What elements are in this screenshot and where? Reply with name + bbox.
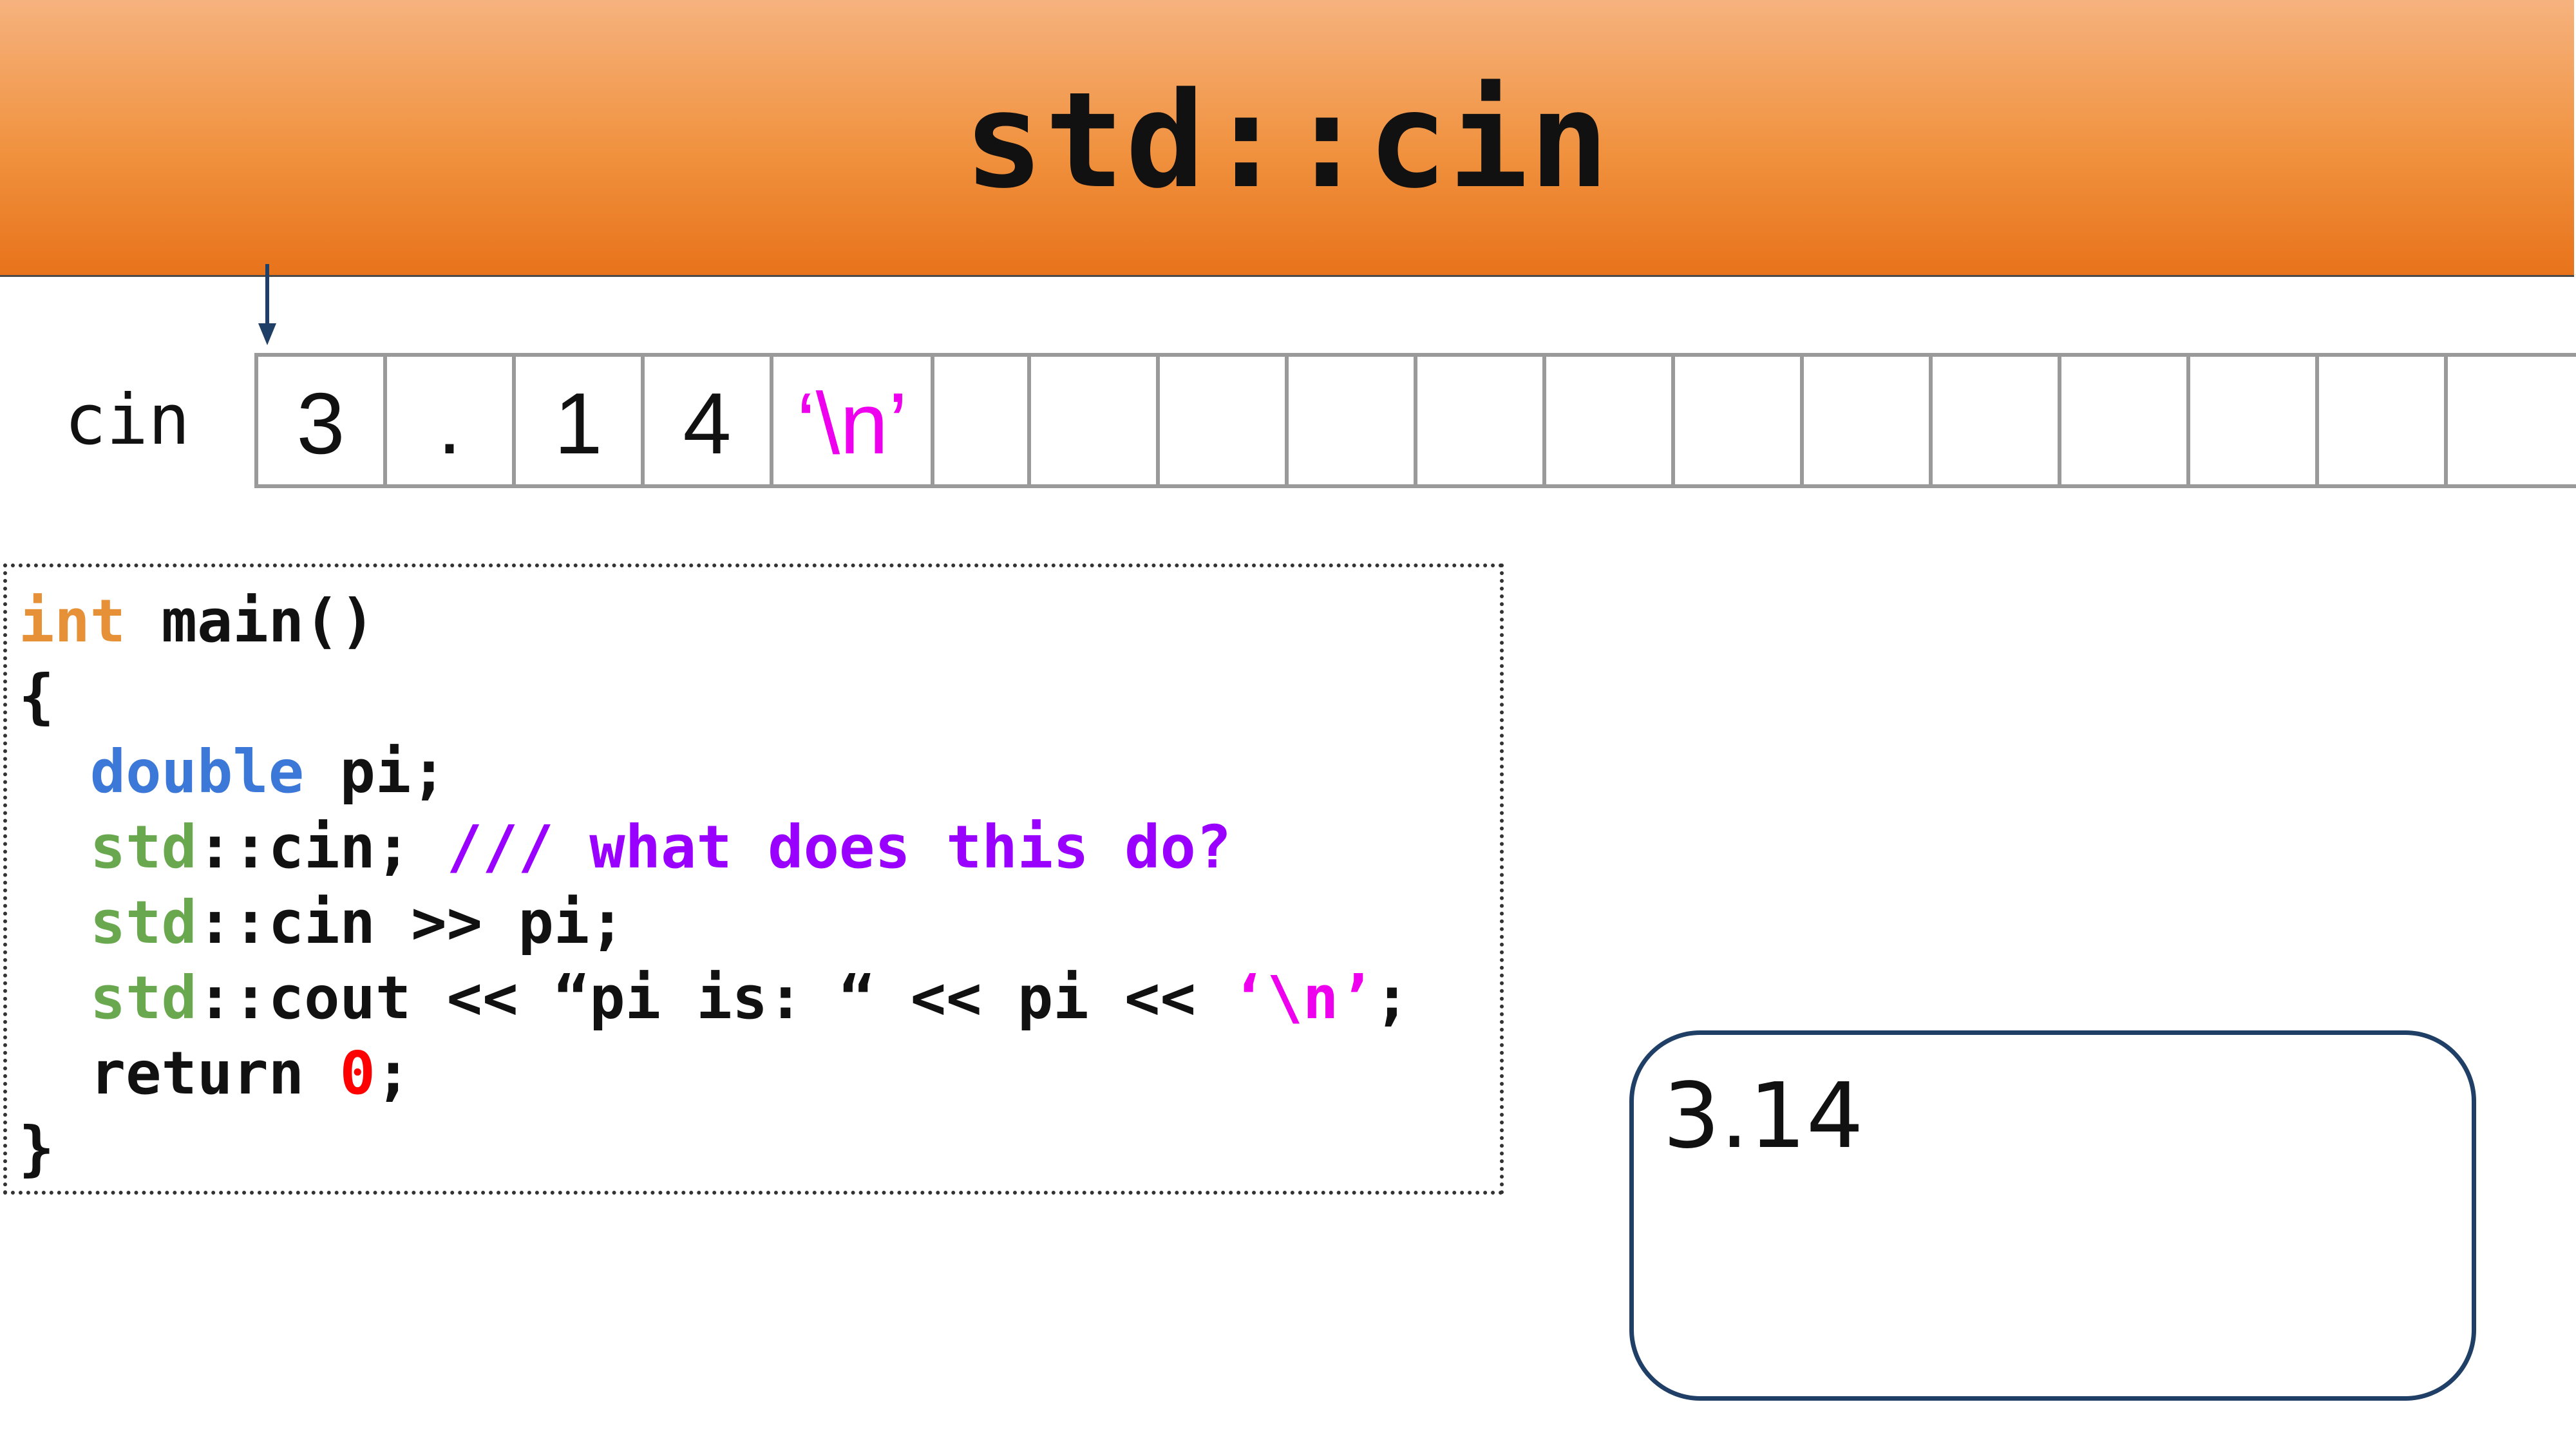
code-line: std::cin >> pi;	[19, 885, 1500, 960]
buffer-cell	[2190, 357, 2319, 484]
code-block: int main(){ double pi; std::cin; /// wha…	[3, 564, 1504, 1195]
console-output-text: 3.14	[1663, 1064, 1864, 1169]
code-text: ;	[375, 1039, 412, 1108]
buffer-cell	[1289, 357, 1417, 484]
code-line: {	[19, 659, 1500, 734]
namespace-token: std	[90, 963, 197, 1032]
code-comment: /// what does this do?	[446, 813, 1232, 882]
buffer-cell	[2448, 357, 2576, 484]
buffer-cell	[2061, 357, 2190, 484]
code-text: }	[19, 1114, 55, 1183]
namespace-token: std	[90, 813, 197, 882]
buffer-cell	[2319, 357, 2448, 484]
code-text: ;	[1374, 963, 1410, 1032]
input-buffer: 3. 1 4 ‘\n’	[254, 353, 2576, 488]
namespace-token: std	[90, 888, 197, 957]
console-output-box: 3.14	[1629, 1030, 2476, 1401]
type-keyword: double	[90, 737, 305, 806]
buffer-cell	[1160, 357, 1289, 484]
code-line: int main()	[19, 583, 1500, 659]
buffer-cell: ‘\n’	[773, 357, 934, 484]
buffer-cell	[1031, 357, 1160, 484]
code-line: std::cout << “pi is: “ << pi << ‘\n’;	[19, 960, 1500, 1036]
code-text: ::cin;	[196, 813, 447, 882]
buffer-cell: 1	[516, 357, 645, 484]
code-text: ::cin >> pi;	[196, 888, 625, 957]
stream-label: cin	[64, 380, 191, 460]
number-literal: 0	[339, 1039, 375, 1108]
slide-title: std::cin	[963, 64, 1611, 218]
code-text: main()	[126, 587, 375, 656]
buffer-cell	[934, 357, 1031, 484]
title-banner: std::cin	[0, 0, 2574, 277]
char-literal: ‘\n’	[1231, 963, 1374, 1032]
buffer-cell	[1546, 357, 1675, 484]
buffer-cell	[1417, 357, 1546, 484]
return-keyword: return	[90, 1039, 340, 1108]
buffer-cell	[1804, 357, 1933, 484]
code-line: }	[19, 1111, 1500, 1186]
code-text: {	[19, 662, 55, 731]
code-line: return 0;	[19, 1036, 1500, 1111]
stream-pointer-arrow-icon	[258, 264, 276, 345]
buffer-cell: 4	[645, 357, 773, 484]
code-text: ::cout << “pi is: “ << pi <<	[196, 963, 1232, 1032]
buffer-cell: 3	[258, 357, 387, 484]
buffer-cell	[1675, 357, 1804, 484]
type-keyword: int	[19, 587, 126, 656]
buffer-cell: .	[387, 357, 516, 484]
code-line: double pi;	[19, 734, 1500, 810]
code-text: pi;	[304, 737, 447, 806]
code-line: std::cin; /// what does this do?	[19, 810, 1500, 885]
buffer-cell	[1933, 357, 2061, 484]
